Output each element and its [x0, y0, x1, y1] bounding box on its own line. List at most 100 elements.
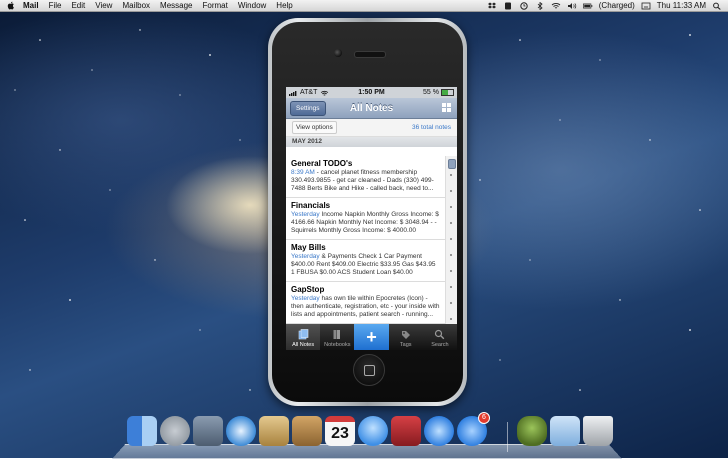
phone-bezel: AT&T 1:50 PM 55 % Settings All Notes Vie…: [272, 22, 463, 402]
menu-view[interactable]: View: [90, 0, 117, 11]
note-snippet: 8:39 AM - cancel planet fitness membersh…: [291, 169, 440, 193]
menu-window[interactable]: Window: [233, 0, 271, 11]
address-book-icon[interactable]: [292, 416, 322, 446]
index-dot: [450, 190, 452, 192]
dock: 23 6: [122, 412, 622, 458]
note-title: General TODO's: [291, 159, 353, 168]
index-dot: [450, 222, 452, 224]
search-icon: [435, 329, 445, 340]
front-camera: [334, 49, 342, 57]
finder-icon[interactable]: [127, 416, 157, 446]
notes-list: General TODO's 8:39 AM - cancel planet f…: [286, 156, 446, 324]
dock-separator: [507, 422, 508, 452]
note-date: Yesterday: [291, 295, 320, 302]
spotlight-icon[interactable]: [712, 2, 722, 10]
menu-format[interactable]: Format: [198, 0, 233, 11]
note-date: Yesterday: [291, 211, 320, 218]
tab-search[interactable]: Search: [423, 324, 457, 350]
preview-icon[interactable]: [259, 416, 289, 446]
list-item[interactable]: General TODO's 8:39 AM - cancel planet f…: [286, 156, 446, 198]
note-title: GapStop: [291, 285, 325, 294]
plus-icon: +: [366, 327, 377, 347]
app-store-icon[interactable]: 6: [457, 412, 490, 446]
note-snippet: Yesterday & Payments Check 1 Car Payment…: [291, 253, 440, 277]
note-date: Yesterday: [291, 253, 320, 260]
evernote-icon[interactable]: [503, 2, 513, 10]
mission-control-icon[interactable]: [193, 416, 223, 446]
wifi-icon[interactable]: [551, 2, 561, 10]
list-item[interactable]: Financials Yesterday Income Napkin Month…: [286, 198, 446, 240]
battery-icon[interactable]: [582, 2, 593, 10]
phone-clock: 1:50 PM: [358, 89, 385, 96]
index-dot: [450, 206, 452, 208]
scroll-thumb[interactable]: [448, 159, 456, 169]
notebooks-icon: [333, 330, 340, 339]
menu-help[interactable]: Help: [271, 0, 297, 11]
tab-label: Notebooks: [324, 342, 351, 348]
view-options-button[interactable]: View options: [292, 121, 337, 134]
time-machine-icon[interactable]: [519, 1, 529, 10]
index-dot: [450, 318, 452, 320]
tab-label: All Notes: [292, 342, 315, 348]
note-title: Financials: [291, 201, 331, 210]
photo-booth-icon[interactable]: [391, 416, 421, 446]
tab-label: Search: [431, 342, 449, 348]
index-dot: [450, 286, 452, 288]
date-index-scrollbar[interactable]: [445, 156, 457, 332]
index-dot: [450, 174, 452, 176]
volume-icon[interactable]: [567, 2, 577, 10]
tab-bar: All Notes Notebooks + Tags Search: [286, 324, 457, 350]
index-dot: [450, 270, 452, 272]
earpiece-speaker: [354, 51, 386, 58]
tab-label: Tags: [399, 342, 412, 348]
notes-icon: [298, 329, 308, 340]
apple-icon[interactable]: [7, 1, 15, 10]
dropbox-icon[interactable]: [487, 2, 497, 10]
battery-status: (Charged): [598, 1, 635, 10]
notes-nav-bar: Settings All Notes: [286, 98, 457, 119]
tag-icon: [402, 331, 411, 339]
messages-icon[interactable]: [358, 416, 388, 446]
note-title: May Bills: [291, 243, 326, 252]
home-button[interactable]: [353, 354, 385, 386]
total-notes-count: 36 total notes: [411, 124, 451, 131]
list-item[interactable]: May Bills Yesterday & Payments Check 1 C…: [286, 240, 446, 282]
phone-screen: AT&T 1:50 PM 55 % Settings All Notes Vie…: [286, 87, 457, 350]
calendar-icon[interactable]: 23: [325, 416, 355, 446]
note-snippet: Yesterday Income Napkin Monthly Gross In…: [291, 211, 440, 235]
note-snippet: Yesterday has own tile within Epocretes …: [291, 295, 440, 319]
bluetooth-icon[interactable]: [535, 1, 545, 10]
list-item[interactable]: GapStop Yesterday has own tile within Ep…: [286, 282, 446, 324]
tab-all-notes[interactable]: All Notes: [286, 324, 321, 350]
phone-status-bar: AT&T 1:50 PM 55 %: [286, 87, 457, 98]
menu-bar: Mail File Edit View Mailbox Message Form…: [0, 0, 728, 12]
phone-battery-fill: [442, 90, 449, 95]
tab-tags[interactable]: Tags: [389, 324, 423, 350]
index-dot: [450, 254, 452, 256]
note-date: 8:39 AM: [291, 169, 315, 176]
menu-message[interactable]: Message: [155, 0, 197, 11]
menu-file[interactable]: File: [44, 0, 67, 11]
home-square-icon: [364, 365, 375, 376]
new-note-button[interactable]: +: [354, 324, 389, 350]
index-dot: [450, 238, 452, 240]
phone-battery-icon: [441, 89, 454, 96]
trash-icon[interactable]: [583, 416, 613, 446]
itunes-icon[interactable]: [424, 416, 454, 446]
menubar-clock[interactable]: Thu 11:33 AM: [657, 0, 706, 11]
user-icon[interactable]: [641, 2, 651, 10]
menu-edit[interactable]: Edit: [66, 0, 90, 11]
automator-icon[interactable]: [517, 416, 547, 446]
section-header: MAY 2012: [286, 137, 457, 147]
menu-app-name[interactable]: Mail: [18, 0, 44, 11]
index-dot: [450, 302, 452, 304]
iphone-simulator: AT&T 1:50 PM 55 % Settings All Notes Vie…: [268, 18, 467, 406]
settings-button[interactable]: Settings: [290, 101, 326, 116]
launchpad-icon[interactable]: [160, 416, 190, 446]
view-options-bar: View options 36 total notes: [286, 119, 457, 137]
tab-notebooks[interactable]: Notebooks: [320, 324, 354, 350]
menu-mailbox[interactable]: Mailbox: [117, 0, 155, 11]
safari-icon[interactable]: [226, 416, 256, 446]
grid-view-icon[interactable]: [442, 103, 451, 112]
downloads-folder-icon[interactable]: [550, 416, 580, 446]
